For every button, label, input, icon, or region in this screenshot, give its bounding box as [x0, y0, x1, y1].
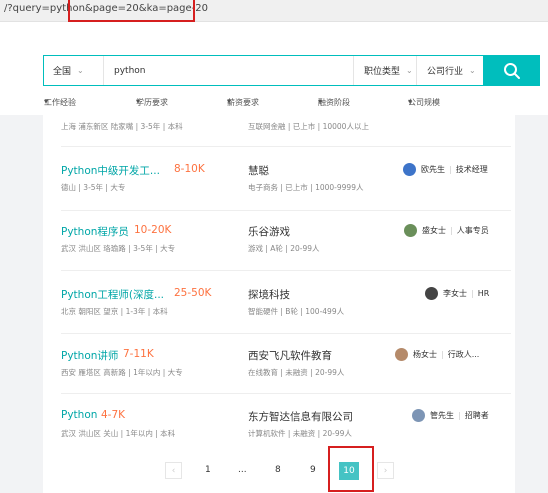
job-type-label: 职位类型	[364, 67, 401, 77]
company-name-link[interactable]: 慧聪	[248, 163, 269, 178]
divider	[61, 210, 511, 211]
current-page: 10	[339, 462, 359, 480]
recruiter-role: HR	[477, 289, 490, 298]
chevron-right-icon: ›	[383, 465, 388, 476]
job-meta: 武汉 洪山区 珞瑜路 | 3-5年 | 大专	[61, 244, 176, 253]
industry-label: 公司行业	[427, 67, 464, 77]
job-list-item[interactable]: Python工程师(深度... 25-50K 北京 朝阳区 望京 | 1-3年 …	[61, 287, 511, 347]
job-list-item[interactable]: Python讲师 7-11K 西安 雁塔区 高新路 | 1年以内 | 大专 西安…	[61, 348, 511, 408]
divider	[61, 270, 511, 271]
avatar	[395, 348, 408, 361]
company-meta: 游戏 | A轮 | 20-99人	[248, 244, 320, 253]
recruiter-name: 盛女士	[422, 226, 446, 235]
company-meta: 计算机软件 | 未融资 | 20-99人	[248, 429, 352, 438]
prev-page-button[interactable]: ‹	[165, 462, 182, 479]
search-query-text: python	[114, 65, 146, 76]
company-name-link[interactable]: 东方智达信息有限公司	[248, 409, 353, 424]
avatar	[425, 287, 438, 300]
recruiter-info: 盛女士 | 人事专员	[404, 224, 489, 237]
filter-label: 融资阶段	[318, 98, 350, 107]
recruiter-name: 欧先生	[421, 165, 445, 174]
chevron-down-icon: ▾	[318, 97, 323, 106]
filter-label: 公司规模	[408, 98, 440, 107]
divider	[61, 146, 511, 147]
page-ellipsis: ...	[238, 465, 247, 475]
job-title-link[interactable]: Python工程师(深度...	[61, 287, 164, 302]
job-type-selector[interactable]: 职位类型 ⌄	[353, 56, 416, 85]
job-meta: 西安 雁塔区 高新路 | 1年以内 | 大专	[61, 368, 183, 377]
job-list-item[interactable]: Python程序员 10-20K 武汉 洪山区 珞瑜路 | 3-5年 | 大专 …	[61, 224, 511, 284]
job-list-item[interactable]: Python 4-7K 武汉 洪山区 关山 | 1年以内 | 本科 东方智达信息…	[61, 409, 511, 469]
recruiter-name: 杨女士	[413, 350, 437, 359]
recruiter-role: 技术经理	[455, 165, 488, 174]
city-label: 全国	[53, 67, 72, 77]
job-title-link[interactable]: Python讲师	[61, 348, 118, 363]
job-salary: 10-20K	[134, 224, 172, 236]
recruiter-name: 管先生	[430, 411, 454, 420]
filter-label: 工作经验	[44, 98, 76, 107]
job-meta: 武汉 洪山区 关山 | 1年以内 | 本科	[61, 429, 176, 438]
job-salary: 8-10K	[174, 163, 205, 175]
divider	[61, 333, 511, 334]
page-link[interactable]: 8	[275, 465, 281, 475]
address-bar[interactable]: /?query=python&page=20&ka=page-20	[0, 0, 548, 22]
search-icon	[503, 62, 520, 79]
job-salary: 25-50K	[174, 287, 212, 299]
avatar	[404, 224, 417, 237]
filter-label: 学历要求	[136, 98, 168, 107]
job-salary: 7-11K	[123, 348, 154, 360]
company-meta: 互联网金融 | 已上市 | 10000人以上	[248, 122, 369, 131]
recruiter-info: 欧先生 | 技术经理	[403, 163, 488, 176]
chevron-down-icon: ▾	[227, 97, 232, 106]
recruiter-name: 李女士	[443, 289, 467, 298]
company-name-link[interactable]: 探境科技	[248, 287, 290, 302]
company-name-link[interactable]: 西安飞凡软件教育	[248, 348, 332, 363]
recruiter-role: 人事专员	[456, 226, 489, 235]
recruiter-info: 杨女士 | 行政人...	[395, 348, 479, 361]
company-meta: 智能硬件 | B轮 | 100-499人	[248, 307, 345, 316]
chevron-down-icon: ⌄	[77, 66, 84, 75]
city-selector[interactable]: 全国 ⌄	[44, 56, 104, 85]
job-list-item-partial[interactable]: 上海 浦东新区 陆家嘴 | 3-5年 | 本科 互联网金融 | 已上市 | 10…	[61, 121, 511, 137]
job-meta: 北京 朝阳区 望京 | 1-3年 | 本科	[61, 307, 168, 316]
industry-selector[interactable]: 公司行业 ⌄	[416, 56, 483, 85]
job-meta: 德山 | 3-5年 | 大专	[61, 183, 126, 192]
recruiter-role: 招聘者	[464, 411, 489, 420]
chevron-down-icon: ⌄	[406, 66, 413, 75]
page-link[interactable]: 1	[205, 465, 211, 475]
search-button[interactable]	[483, 55, 540, 86]
avatar	[403, 163, 416, 176]
chevron-left-icon: ‹	[171, 465, 176, 476]
chevron-down-icon: ⌄	[469, 66, 476, 75]
recruiter-info: 管先生 | 招聘者	[412, 409, 489, 422]
search-input[interactable]: python	[104, 56, 353, 85]
company-name-link[interactable]: 乐谷游戏	[248, 224, 290, 239]
search-bar: 全国 ⌄ python 职位类型 ⌄ 公司行业 ⌄	[43, 55, 540, 86]
job-title-link[interactable]: Python程序员	[61, 224, 129, 239]
divider	[61, 393, 511, 394]
filter-label: 薪资要求	[227, 98, 259, 107]
chevron-down-icon: ▾	[44, 97, 49, 106]
url-text: /?query=python&page=20&ka=page-20	[4, 3, 209, 14]
company-meta: 在线教育 | 未融资 | 20-99人	[248, 368, 345, 377]
current-page-number: 10	[343, 466, 355, 476]
job-meta: 上海 浦东新区 陆家嘴 | 3-5年 | 本科	[61, 122, 183, 131]
company-meta: 电子商务 | 已上市 | 1000-9999人	[248, 183, 364, 192]
job-title-link[interactable]: Python	[61, 409, 97, 421]
filter-bar: 工作经验 ▾ 学历要求 ▾ 薪资要求 ▾ 融资阶段 ▾ 公司规模 ▾	[44, 97, 544, 111]
chevron-down-icon: ▾	[408, 97, 413, 106]
avatar	[412, 409, 425, 422]
job-salary: 4-7K	[101, 409, 126, 421]
job-title-link[interactable]: Python中级开发工...	[61, 163, 160, 178]
chevron-down-icon: ▾	[136, 97, 141, 106]
next-page-button[interactable]: ›	[377, 462, 394, 479]
recruiter-role: 行政人...	[447, 350, 480, 359]
page-link[interactable]: 9	[310, 465, 316, 475]
pagination: ‹ 1 ... 8 9 10 ›	[0, 462, 548, 482]
recruiter-info: 李女士 | HR	[425, 287, 489, 300]
job-list-item[interactable]: Python中级开发工... 8-10K 德山 | 3-5年 | 大专 慧聪 电…	[61, 163, 511, 223]
